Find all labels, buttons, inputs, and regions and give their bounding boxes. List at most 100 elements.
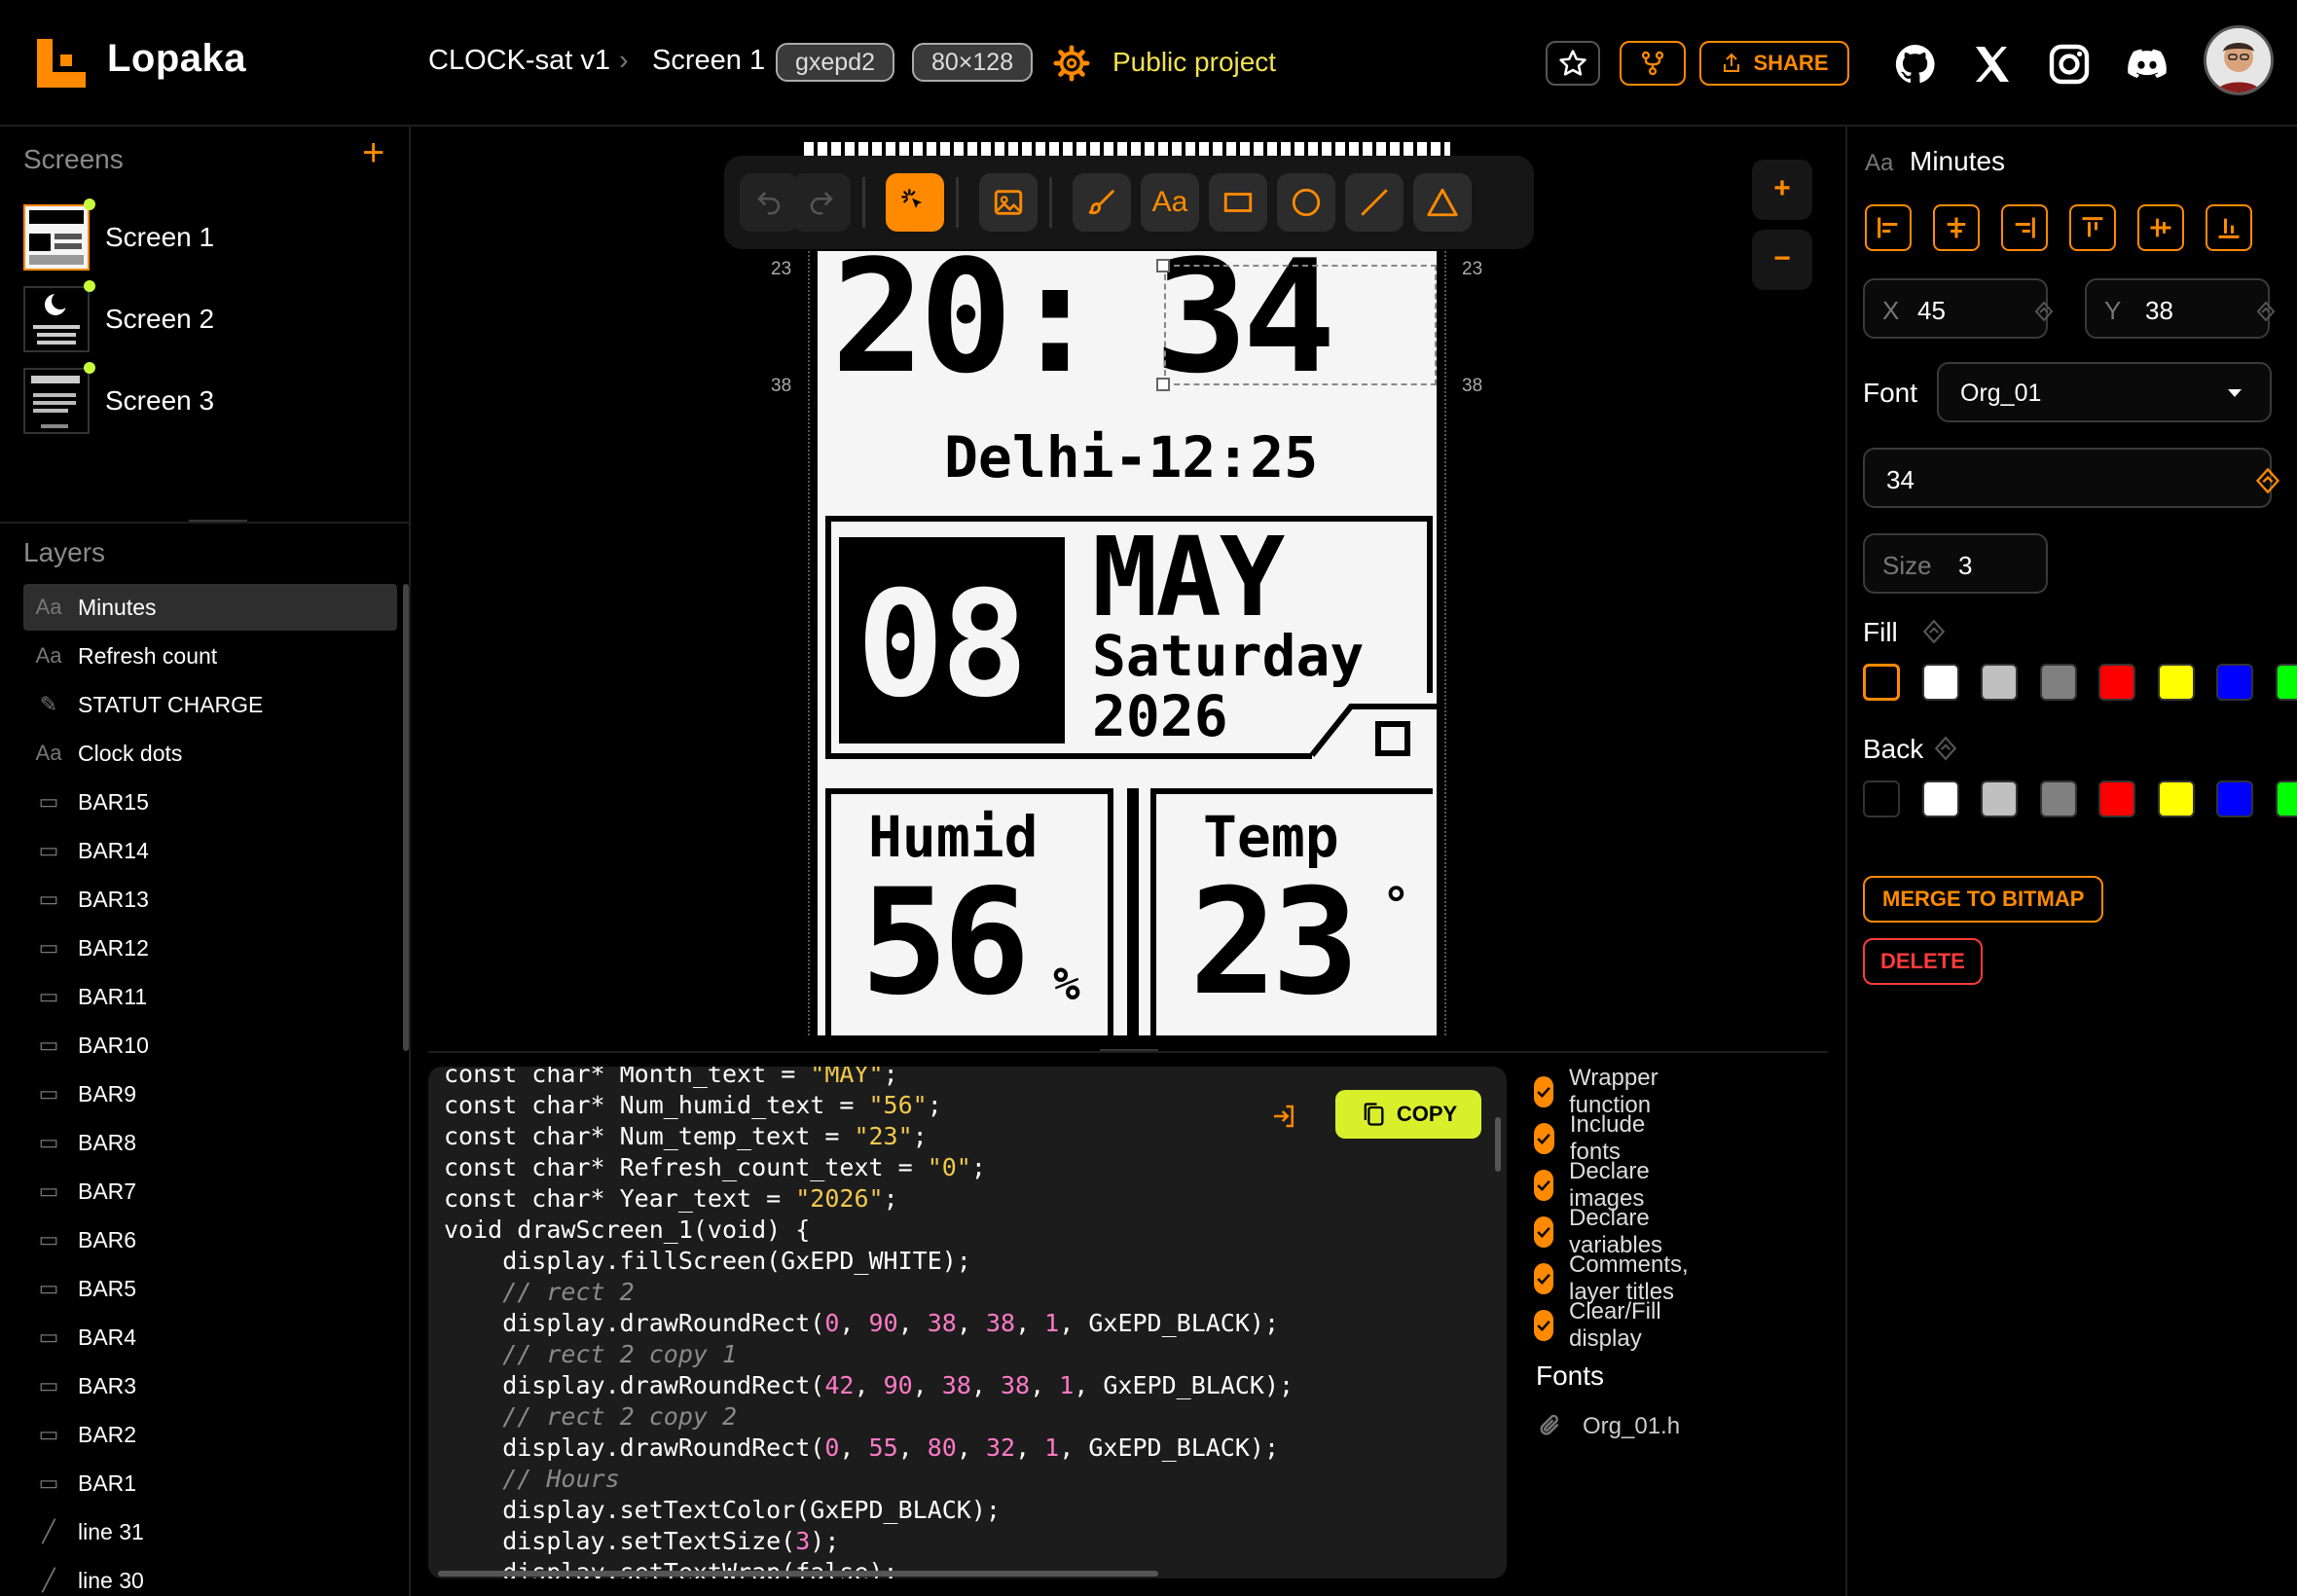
back-color-swatch[interactable]	[1981, 780, 2018, 817]
layer-item[interactable]: ▭ BAR11	[23, 973, 397, 1020]
back-color-swatch[interactable]	[2039, 780, 2077, 817]
project-name[interactable]: CLOCK-sat v1	[428, 45, 610, 77]
layer-item[interactable]: ▭ BAR6	[23, 1216, 397, 1263]
line-tool-button[interactable]	[1345, 173, 1404, 232]
layer-item[interactable]: Aa Clock dots	[23, 730, 397, 777]
back-color-swatch[interactable]	[2098, 780, 2135, 817]
screen-item-2[interactable]: Screen 2	[23, 280, 393, 356]
y-link-icon[interactable]	[2254, 300, 2278, 323]
layer-item[interactable]: ╱ line 31	[23, 1508, 397, 1555]
x-position-field[interactable]: X 45	[1863, 278, 2054, 339]
layer-item[interactable]: ▭ BAR12	[23, 925, 397, 971]
x-twitter-icon[interactable]	[1968, 41, 2015, 88]
delete-button[interactable]: DELETE	[1863, 938, 1983, 985]
humid-box-right-line[interactable]	[1108, 788, 1113, 1035]
star-button[interactable]	[1546, 41, 1600, 86]
fill-link-icon[interactable]	[1921, 619, 1947, 644]
layer-item[interactable]: ▭ BAR3	[23, 1362, 397, 1409]
temp-box-top-line[interactable]	[1150, 788, 1433, 794]
export-option[interactable]: Include fonts	[1534, 1111, 1656, 1165]
code-vertical-scrollbar[interactable]	[1495, 1117, 1501, 1172]
align-center-v-button[interactable]	[2137, 204, 2184, 251]
export-option[interactable]: Declare images	[1534, 1158, 1661, 1212]
back-link-icon[interactable]	[1933, 736, 1958, 761]
select-tool-button[interactable]	[886, 173, 944, 232]
resolution-badge[interactable]: 80×128	[912, 43, 1034, 82]
layer-item[interactable]: ▭ BAR1	[23, 1460, 397, 1506]
layer-item[interactable]: Aa Minutes	[23, 584, 397, 631]
align-center-h-button[interactable]	[1933, 204, 1980, 251]
merge-to-bitmap-button[interactable]: MERGE TO BITMAP	[1863, 876, 2104, 923]
x-link-icon[interactable]	[2032, 300, 2056, 323]
back-color-swatch[interactable]	[1921, 780, 1959, 817]
fill-color-swatch[interactable]	[2098, 664, 2135, 701]
share-button[interactable]: SHARE	[1699, 41, 1849, 86]
hours-text[interactable]: 20	[831, 251, 1013, 395]
layer-item[interactable]: ▭ BAR14	[23, 827, 397, 874]
settings-gear-icon[interactable]	[1053, 45, 1090, 82]
fill-color-swatch[interactable]	[2039, 664, 2077, 701]
refresh-count-text[interactable]: 0	[1407, 718, 1419, 742]
layer-item[interactable]: ▭ BAR5	[23, 1265, 397, 1312]
export-option[interactable]: Clear/Fill display	[1534, 1298, 1673, 1352]
temp-label-text[interactable]: Temp	[1203, 808, 1339, 866]
layer-item[interactable]: ▭ BAR15	[23, 779, 397, 825]
humid-value-text[interactable]: 56	[860, 870, 1031, 1016]
display-canvas[interactable]: 20 : 34 Delhi-12:25 08 MAY Saturday 2026…	[818, 251, 1437, 1035]
clock-dots-text[interactable]: :	[1008, 251, 1102, 395]
date-box-right-line[interactable]	[1427, 516, 1433, 693]
humid-label-text[interactable]: Humid	[868, 808, 1039, 866]
align-bottom-button[interactable]	[2206, 204, 2252, 251]
date-box-left-line[interactable]	[825, 516, 831, 759]
code-horizontal-scrollbar[interactable]	[438, 1571, 1158, 1577]
screen-item-3[interactable]: Screen 3	[23, 362, 393, 438]
export-option[interactable]: Wrapper function	[1534, 1065, 1670, 1118]
undo-button[interactable]	[740, 173, 798, 232]
library-badge[interactable]: gxepd2	[776, 43, 895, 82]
weekday-text[interactable]: Saturday	[1092, 627, 1364, 685]
export-file-icon[interactable]	[1269, 1102, 1298, 1131]
selection-handle[interactable]	[1156, 259, 1170, 272]
align-left-button[interactable]	[1865, 204, 1912, 251]
align-top-button[interactable]	[2069, 204, 2116, 251]
size-field[interactable]: Size 3	[1863, 533, 2048, 594]
layer-item[interactable]: ▭ BAR9	[23, 1070, 397, 1117]
text-value-field[interactable]: 34	[1863, 448, 2280, 508]
zoom-out-button[interactable]: −	[1752, 230, 1812, 290]
layer-item[interactable]: ▭ BAR8	[23, 1119, 397, 1166]
layer-item[interactable]: ╱ line 30	[23, 1557, 397, 1596]
circle-tool-button[interactable]	[1277, 173, 1335, 232]
y-position-field[interactable]: Y 38	[2085, 278, 2276, 339]
temp-box-left-line[interactable]	[1150, 788, 1156, 1035]
city-time-text[interactable]: Delhi-12:25	[944, 428, 1318, 487]
layer-item[interactable]: ▭ BAR7	[23, 1168, 397, 1215]
day-text[interactable]: 08	[857, 572, 1029, 718]
instagram-icon[interactable]	[2046, 41, 2093, 88]
layer-item[interactable]: ▭ BAR13	[23, 876, 397, 923]
layer-item[interactable]: ▭ BAR2	[23, 1411, 397, 1458]
fill-color-swatch[interactable]	[2157, 664, 2195, 701]
back-color-swatch[interactable]	[1863, 780, 1900, 817]
github-icon[interactable]	[1892, 41, 1939, 88]
layer-item[interactable]: Aa Refresh count	[23, 633, 397, 679]
user-avatar[interactable]	[2204, 25, 2274, 95]
month-text[interactable]: MAY	[1092, 524, 1285, 633]
checkbox-checked-icon[interactable]	[1534, 1310, 1553, 1341]
back-color-swatch[interactable]	[2275, 780, 2297, 817]
selection-handle[interactable]	[1156, 378, 1170, 391]
screen-item-1[interactable]: Screen 1	[23, 199, 393, 274]
temp-value-text[interactable]: 23	[1189, 870, 1360, 1016]
back-color-swatch[interactable]	[2216, 780, 2253, 817]
export-option[interactable]: Comments, layer titles	[1534, 1251, 1700, 1305]
fill-color-swatch[interactable]	[1921, 664, 1959, 701]
image-tool-button[interactable]	[979, 173, 1038, 232]
humid-box-left-line[interactable]	[825, 788, 831, 1035]
temp-unit-text[interactable]: °	[1382, 882, 1410, 928]
fill-color-swatch[interactable]	[2275, 664, 2297, 701]
humid-unit-text[interactable]: %	[1053, 961, 1080, 1006]
zoom-in-button[interactable]: +	[1752, 160, 1812, 220]
code-editor[interactable]: const char* Month_text = "MAY"; const cha…	[428, 1067, 1507, 1578]
checkbox-checked-icon[interactable]	[1534, 1216, 1553, 1248]
humid-box-top-line[interactable]	[825, 788, 1113, 794]
variable-link-icon[interactable]	[2254, 467, 2281, 494]
